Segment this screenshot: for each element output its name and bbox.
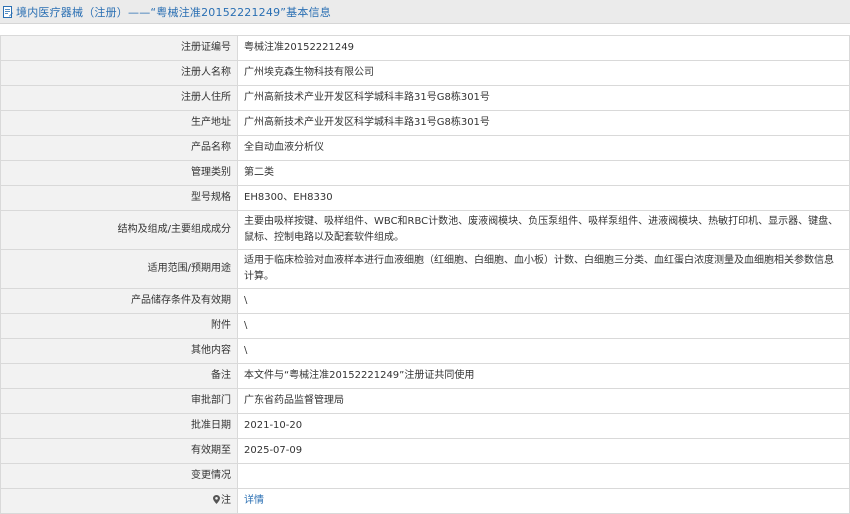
field-value: 广州高新技术产业开发区科学城科丰路31号G8栋301号 [237,110,850,136]
note-label: 注 [221,495,231,506]
field-value: 主要由吸样按键、吸样组件、WBC和RBC计数池、废液阀模块、负压泵组件、吸样泵组… [237,210,850,250]
field-value: \ [237,338,850,364]
table-row: 注册证编号 粤械注准20152221249 [0,35,850,61]
field-label: 适用范围/预期用途 [0,249,238,289]
field-value: 广东省药品监督管理局 [237,388,850,414]
field-label: 变更情况 [0,463,238,489]
field-label: 其他内容 [0,338,238,364]
table-row: 管理类别 第二类 [0,160,850,186]
table-row: 变更情况 [0,463,850,489]
table-row: 型号规格 EH8300、EH8330 [0,185,850,211]
table-row: 注册人住所 广州高新技术产业开发区科学城科丰路31号G8栋301号 [0,85,850,111]
field-value [237,463,850,489]
location-pin-icon [213,495,220,504]
field-value: 2021-10-20 [237,413,850,439]
table-row: 批准日期 2021-10-20 [0,413,850,439]
details-link[interactable]: 详情 [244,495,264,506]
field-value: 本文件与“粤械注准20152221249”注册证共同使用 [237,363,850,389]
field-value: \ [237,313,850,339]
field-value: 粤械注准20152221249 [237,35,850,61]
field-value: 第二类 [237,160,850,186]
field-label: 注册证编号 [0,35,238,61]
table-row: 生产地址 广州高新技术产业开发区科学城科丰路31号G8栋301号 [0,110,850,136]
document-edit-icon [3,5,13,18]
field-label: 审批部门 [0,388,238,414]
field-label: 注册人名称 [0,60,238,86]
table-row: 结构及组成/主要组成成分 主要由吸样按键、吸样组件、WBC和RBC计数池、废液阀模… [0,210,850,250]
field-value: 2025-07-09 [237,438,850,464]
field-value: 适用于临床检验对血液样本进行血液细胞（红细胞、白细胞、血小板）计数、白细胞三分类… [237,249,850,289]
field-label: 有效期至 [0,438,238,464]
note-label-cell: 注 [0,488,238,514]
field-label: 备注 [0,363,238,389]
field-value: \ [237,288,850,314]
table-row: 注册人名称 广州埃克森生物科技有限公司 [0,60,850,86]
table-row: 有效期至 2025-07-09 [0,438,850,464]
field-label: 注册人住所 [0,85,238,111]
field-label: 生产地址 [0,110,238,136]
table-row: 附件 \ [0,313,850,339]
table-row-note: 注 详情 [0,488,850,514]
field-value: 广州高新技术产业开发区科学城科丰路31号G8栋301号 [237,85,850,111]
field-label: 产品名称 [0,135,238,161]
page-title: 境内医疗器械（注册）——“粤械注准20152221249”基本信息 [16,5,331,19]
field-label: 批准日期 [0,413,238,439]
table-row: 审批部门 广东省药品监督管理局 [0,388,850,414]
note-value-cell: 详情 [237,488,850,514]
field-value: 广州埃克森生物科技有限公司 [237,60,850,86]
field-value: 全自动血液分析仪 [237,135,850,161]
table-row: 产品名称 全自动血液分析仪 [0,135,850,161]
field-label: 产品储存条件及有效期 [0,288,238,314]
field-label: 管理类别 [0,160,238,186]
field-label: 结构及组成/主要组成成分 [0,210,238,250]
field-label: 型号规格 [0,185,238,211]
field-value: EH8300、EH8330 [237,185,850,211]
table-row: 备注 本文件与“粤械注准20152221249”注册证共同使用 [0,363,850,389]
table-row: 产品储存条件及有效期 \ [0,288,850,314]
field-label: 附件 [0,313,238,339]
table-row: 适用范围/预期用途 适用于临床检验对血液样本进行血液细胞（红细胞、白细胞、血小板）… [0,249,850,289]
table-row: 其他内容 \ [0,338,850,364]
info-table: 注册证编号 粤械注准20152221249 注册人名称 广州埃克森生物科技有限公司 注册… [0,35,850,514]
page-header: 境内医疗器械（注册）——“粤械注准20152221249”基本信息 [0,0,850,24]
